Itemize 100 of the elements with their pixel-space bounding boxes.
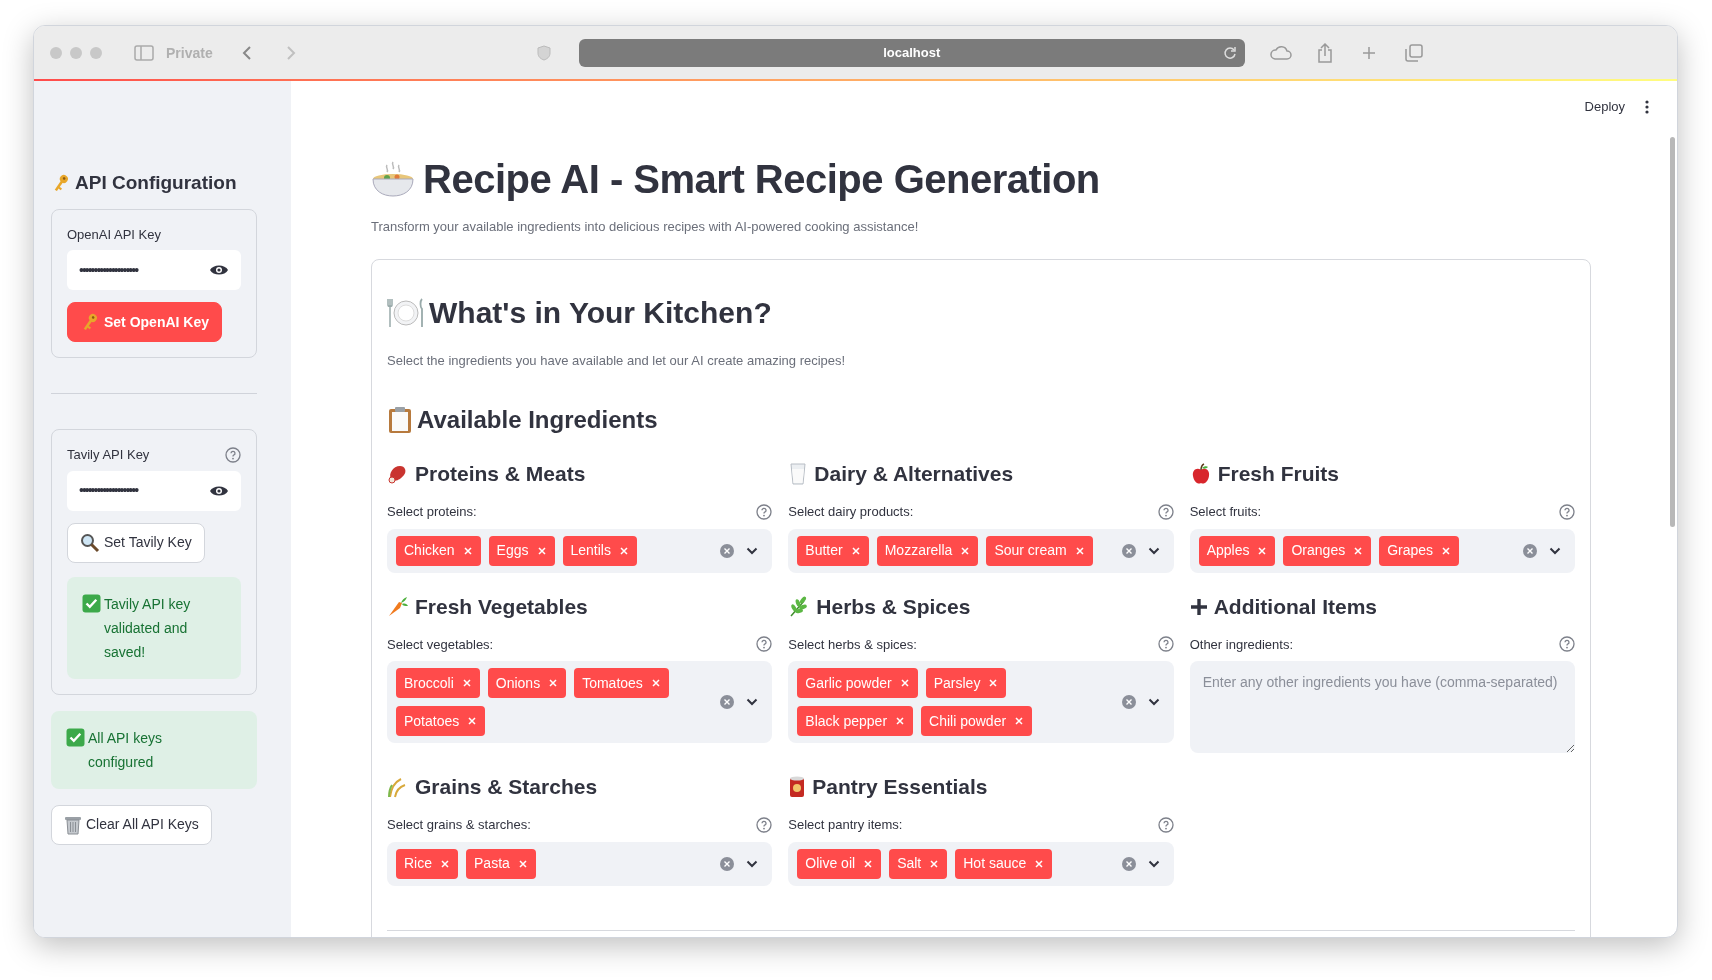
remove-icon[interactable] [960,545,971,556]
remove-icon[interactable] [548,678,559,688]
remove-icon[interactable] [988,678,999,688]
multiselect-field[interactable]: Olive oil Salt Hot sauce [788,841,1174,886]
remove-icon[interactable] [899,678,910,688]
help-icon[interactable] [1157,816,1174,833]
chevron-down-icon[interactable] [746,546,759,555]
ingredient-tag[interactable]: Olive oil [797,848,882,879]
chevron-down-icon[interactable] [1549,546,1561,555]
chevron-down-icon[interactable] [1147,546,1160,555]
ingredient-tag[interactable]: Garlic powder [797,668,918,698]
ingredient-tag[interactable]: Pasta [466,848,536,879]
password-field[interactable]: •••••••••••••••••••• [67,470,241,511]
help-icon[interactable] [225,446,241,463]
remove-icon[interactable] [1353,545,1364,556]
remove-icon[interactable] [1034,858,1045,869]
eye-icon[interactable] [209,263,229,277]
ingredient-tag[interactable]: Mozzarella [876,535,979,566]
clear-icon[interactable] [1121,543,1136,558]
sidebar-heading: API Configuration [75,171,237,195]
chevron-down-icon[interactable] [746,698,759,706]
remove-icon[interactable] [1441,545,1452,556]
checkmark-icon [66,727,85,747]
scrollbar[interactable] [1670,137,1675,527]
help-icon[interactable] [1559,503,1575,520]
multiselect-field[interactable]: Butter Mozzarella Sour cream [788,528,1174,573]
multiselect-field[interactable]: Broccoli Onions Tomatoes Potatoes [387,661,773,743]
ingredient-tag[interactable]: Parsley [925,668,1007,698]
ingredient-tag[interactable]: Eggs [488,535,555,566]
ingredient-tag[interactable]: Lentils [562,535,637,566]
remove-icon[interactable] [619,545,629,556]
multiselect-field[interactable]: Rice Pasta [387,841,773,886]
ingredient-tag[interactable]: Oranges [1283,535,1372,566]
field-label: Select fruits: [1189,503,1262,521]
remove-icon[interactable] [1257,545,1268,556]
field-label: Other ingredients: [1189,635,1293,654]
clear-icon[interactable] [1523,543,1537,558]
remove-icon[interactable] [650,678,661,688]
cloud-icon[interactable] [1268,44,1293,61]
ingredient-tag[interactable]: Tomatoes [574,668,669,698]
remove-icon[interactable] [863,858,874,869]
clear-icon[interactable] [720,695,735,709]
ingredient-tag[interactable]: Hot sauce [955,848,1053,879]
remove-icon[interactable] [895,716,906,726]
category-heading: Additional Items [1213,593,1377,620]
ingredient-tag[interactable]: Chili powder [921,706,1033,736]
multiselect-field[interactable]: Garlic powder Parsley Black pepper Chili powder [788,661,1174,743]
remove-icon[interactable] [850,545,861,556]
more-icon[interactable] [1645,100,1649,114]
help-icon[interactable] [1157,503,1174,520]
address-bar[interactable]: localhost [578,38,1245,67]
help-icon[interactable] [1157,636,1174,653]
plate-icon [387,295,425,329]
tabs-icon[interactable] [1404,43,1423,62]
clear-icon[interactable] [720,543,735,558]
ingredient-tag[interactable]: Salt [889,848,948,879]
remove-icon[interactable] [517,858,528,869]
help-icon[interactable] [756,816,773,833]
multiselect-field[interactable]: Apples Oranges Grapes [1189,528,1575,573]
remove-icon[interactable] [462,545,473,556]
chevron-down-icon[interactable] [746,859,759,868]
back-icon[interactable] [240,44,253,61]
help-icon[interactable] [756,503,773,520]
ingredient-tag[interactable]: Onions [487,668,567,698]
ingredient-tag[interactable]: Black pepper [797,706,914,736]
remove-icon[interactable] [461,678,472,688]
remove-icon[interactable] [440,858,450,869]
password-field[interactable]: •••••••••••••••••••• [67,250,241,290]
remove-icon[interactable] [1074,545,1085,556]
chevron-down-icon[interactable] [1147,698,1160,706]
clear-icon[interactable] [1121,856,1136,871]
ingredient-tag[interactable]: Apples [1198,535,1276,566]
field-label: Select dairy products: [788,503,914,521]
chevron-down-icon[interactable] [1147,859,1160,868]
deploy-button[interactable]: Deploy [1584,97,1625,117]
ingredient-tag[interactable]: Chicken [396,535,481,566]
help-icon[interactable] [756,636,773,653]
clear-keys-button[interactable]: Clear All API Keys [51,804,212,845]
reload-icon[interactable] [1222,45,1237,60]
ingredient-tag[interactable]: Broccoli [396,668,480,698]
sidebar-icon[interactable] [134,44,154,61]
ingredient-tag[interactable]: Rice [396,848,458,879]
new-tab-icon[interactable] [1360,44,1377,61]
trash-icon [64,814,82,835]
ingredient-tag[interactable]: Butter [797,535,869,566]
share-icon[interactable] [1316,42,1333,63]
ingredient-tag[interactable]: Potatoes [396,706,486,736]
set-key-button[interactable]: Set OpenAI Key [67,302,223,342]
multiselect-field[interactable]: Chicken Eggs Lentils [387,528,773,573]
clear-icon[interactable] [720,856,735,871]
remove-icon[interactable] [467,716,478,726]
help-icon[interactable] [1559,636,1575,653]
ingredients-textarea[interactable]: Enter any other ingredients you have (comma-separated) [1189,661,1575,753]
clear-icon[interactable] [1121,695,1136,709]
remove-icon[interactable] [929,858,940,869]
set-key-button[interactable]: Set Tavily Key [67,522,205,563]
ingredient-tag[interactable]: Sour cream [986,535,1093,566]
remove-icon[interactable] [1014,716,1025,726]
ingredient-tag[interactable]: Grapes [1379,535,1460,566]
remove-icon[interactable] [536,545,547,556]
